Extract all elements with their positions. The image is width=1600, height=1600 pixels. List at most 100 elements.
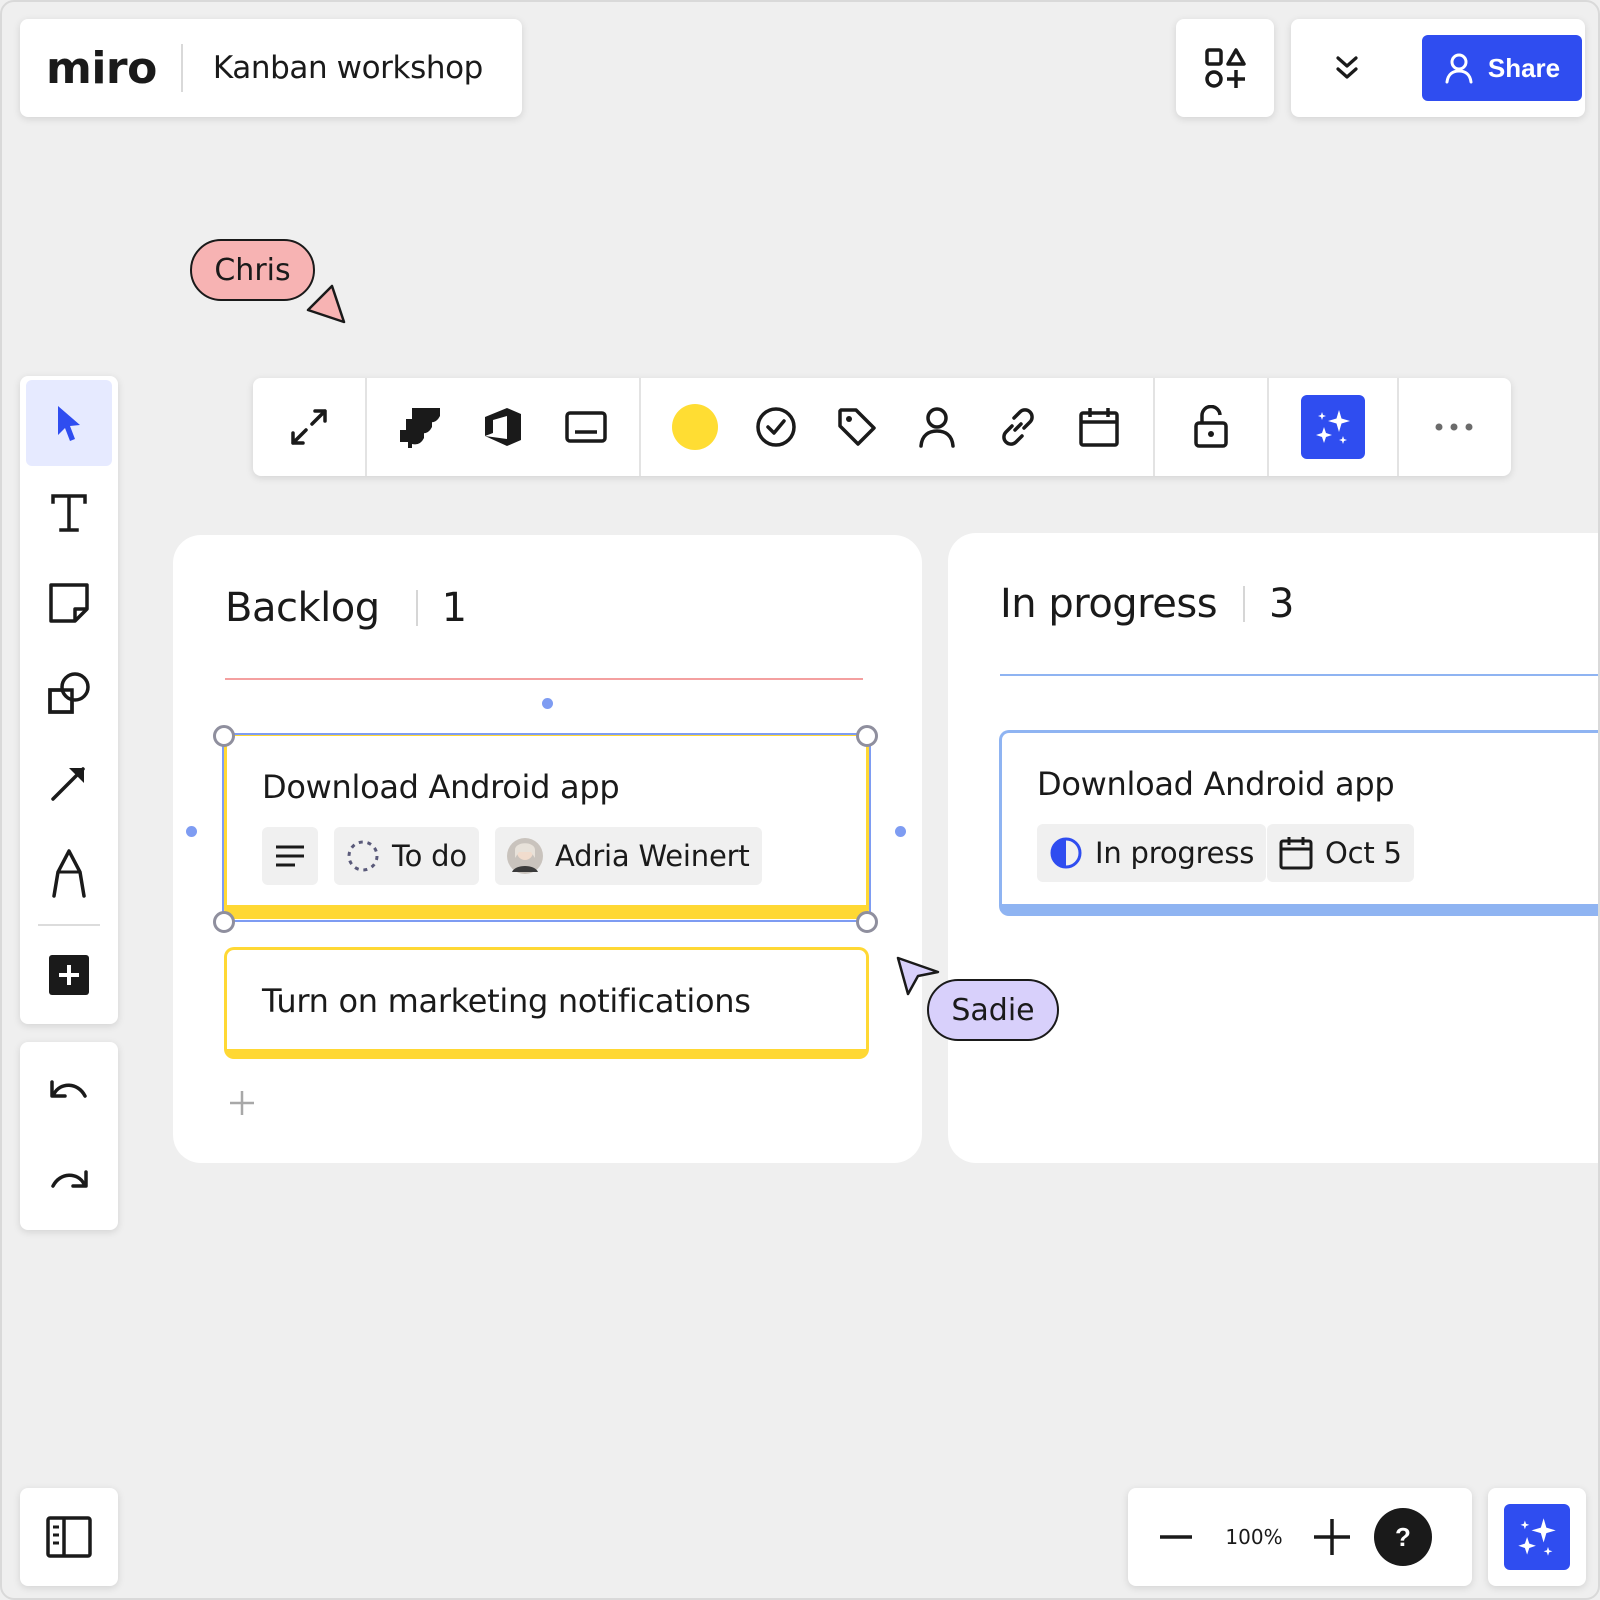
- pen-icon: [52, 849, 86, 898]
- card-title[interactable]: Download Android app: [262, 768, 620, 806]
- shapes-tool[interactable]: [26, 650, 112, 736]
- cursor-pointer-icon: [306, 284, 346, 324]
- undo-icon: [50, 1080, 87, 1098]
- card-title[interactable]: Download Android app: [1037, 765, 1395, 803]
- header-divider: [180, 44, 183, 92]
- miro-logo[interactable]: miro: [46, 43, 157, 94]
- zoom-controls: 100% ?: [1128, 1488, 1472, 1586]
- redo-button[interactable]: [26, 1138, 112, 1224]
- assignee-name: Adria Weinert: [555, 839, 750, 873]
- zoom-out-button[interactable]: [1146, 1507, 1206, 1567]
- card-context-toolbar: [253, 378, 1511, 476]
- resize-handle[interactable]: [213, 911, 235, 933]
- add-more-icon: [49, 955, 89, 995]
- azure-devops-button[interactable]: [463, 387, 543, 467]
- connection-point[interactable]: [542, 698, 553, 709]
- connection-point[interactable]: [895, 826, 906, 837]
- share-panel: Share: [1291, 19, 1585, 117]
- assignee-button[interactable]: [897, 387, 977, 467]
- ai-panel: [1488, 1488, 1586, 1586]
- column-header: Backlog 1: [225, 585, 467, 631]
- zoom-in-button[interactable]: [1302, 1507, 1362, 1567]
- sidebar-panel-icon: [46, 1516, 92, 1558]
- board-title[interactable]: Kanban workshop: [213, 50, 483, 86]
- board-canvas[interactable]: miro Kanban workshop Share Chris Backlog…: [0, 0, 1600, 1600]
- history-toolbar: [20, 1042, 118, 1230]
- sticky-note-tool[interactable]: [26, 560, 112, 646]
- tag-button[interactable]: [817, 387, 897, 467]
- select-tool[interactable]: [26, 380, 112, 466]
- column-title[interactable]: In progress: [1000, 581, 1218, 627]
- kanban-card[interactable]: Download Android app To do Adria Weinert: [224, 733, 869, 919]
- assignee-chip[interactable]: Adria Weinert: [495, 827, 762, 885]
- link-icon: [1002, 408, 1034, 446]
- text-tool[interactable]: [26, 470, 112, 556]
- share-label: Share: [1487, 52, 1561, 83]
- help-button[interactable]: ?: [1374, 1508, 1432, 1566]
- card-icon: [564, 411, 607, 443]
- status-label: To do: [392, 839, 467, 873]
- column-header: In progress 3: [1000, 581, 1294, 627]
- lock-icon: [1194, 405, 1228, 448]
- ai-assistant-button[interactable]: [1504, 1504, 1570, 1570]
- card-view-button[interactable]: [546, 387, 626, 467]
- ai-assist-button[interactable]: [1301, 395, 1365, 459]
- column-header-divider: [415, 590, 418, 626]
- due-date-label: Oct 5: [1325, 836, 1402, 870]
- collapse-chevrons-icon[interactable]: [1327, 48, 1367, 88]
- board-header: miro Kanban workshop: [20, 19, 522, 117]
- expand-button[interactable]: [269, 387, 349, 467]
- more-options-button[interactable]: [1414, 387, 1494, 467]
- creation-toolbar: [20, 376, 118, 1024]
- card-title[interactable]: Turn on marketing notifications: [262, 982, 751, 1020]
- status-label: In progress: [1095, 836, 1255, 870]
- cursor-label-sadie: Sadie: [927, 979, 1059, 1041]
- resize-handle[interactable]: [856, 725, 878, 747]
- todo-status-icon: [347, 840, 379, 872]
- jira-icon: [400, 408, 441, 448]
- connection-line-tool[interactable]: [26, 740, 112, 826]
- connection-point[interactable]: [186, 826, 197, 837]
- date-button[interactable]: [1059, 387, 1139, 467]
- plus-icon: [230, 1091, 254, 1115]
- status-chip[interactable]: In progress: [1037, 824, 1267, 882]
- resize-handle[interactable]: [856, 911, 878, 933]
- ai-sparkle-icon: [1518, 1518, 1556, 1556]
- jira-button[interactable]: [380, 387, 460, 467]
- due-date-chip[interactable]: Oct 5: [1267, 824, 1414, 882]
- kanban-card[interactable]: Download Android app In progress Oct 5: [999, 730, 1598, 916]
- description-lines-icon: [276, 845, 304, 867]
- plus-icon: [1314, 1519, 1350, 1555]
- sticky-note-icon: [49, 583, 89, 623]
- calendar-icon: [1279, 837, 1313, 870]
- undo-button[interactable]: [26, 1048, 112, 1134]
- column-underline: [225, 678, 863, 680]
- status-button[interactable]: [736, 387, 816, 467]
- column-count: 3: [1269, 581, 1294, 627]
- zoom-level[interactable]: 100%: [1206, 1525, 1302, 1549]
- more-tools-button[interactable]: [26, 932, 112, 1018]
- color-swatch: [672, 404, 718, 450]
- resize-handle[interactable]: [213, 725, 235, 747]
- column-title[interactable]: Backlog: [225, 585, 380, 631]
- add-card-button[interactable]: [227, 1088, 257, 1118]
- toolbar-divider: [38, 924, 100, 926]
- azure-devops-icon: [484, 408, 521, 446]
- link-button[interactable]: [978, 387, 1058, 467]
- sidebar-toggle-button[interactable]: [20, 1488, 118, 1586]
- minus-icon: [1160, 1535, 1192, 1539]
- cursor-label-chris: Chris: [190, 239, 315, 301]
- lock-button[interactable]: [1171, 387, 1251, 467]
- status-chip[interactable]: To do: [334, 827, 479, 885]
- status-icon: [756, 407, 796, 447]
- apps-button[interactable]: [1176, 19, 1274, 117]
- assignee-icon: [919, 407, 956, 448]
- column-count: 1: [441, 585, 467, 631]
- kanban-card[interactable]: Turn on marketing notifications: [224, 947, 869, 1059]
- color-picker-button[interactable]: [655, 387, 735, 467]
- select-cursor-icon: [58, 406, 80, 441]
- pen-tool[interactable]: [26, 830, 112, 916]
- share-button[interactable]: Share: [1422, 35, 1582, 101]
- column-header-divider: [1243, 586, 1246, 622]
- description-button[interactable]: [262, 827, 318, 885]
